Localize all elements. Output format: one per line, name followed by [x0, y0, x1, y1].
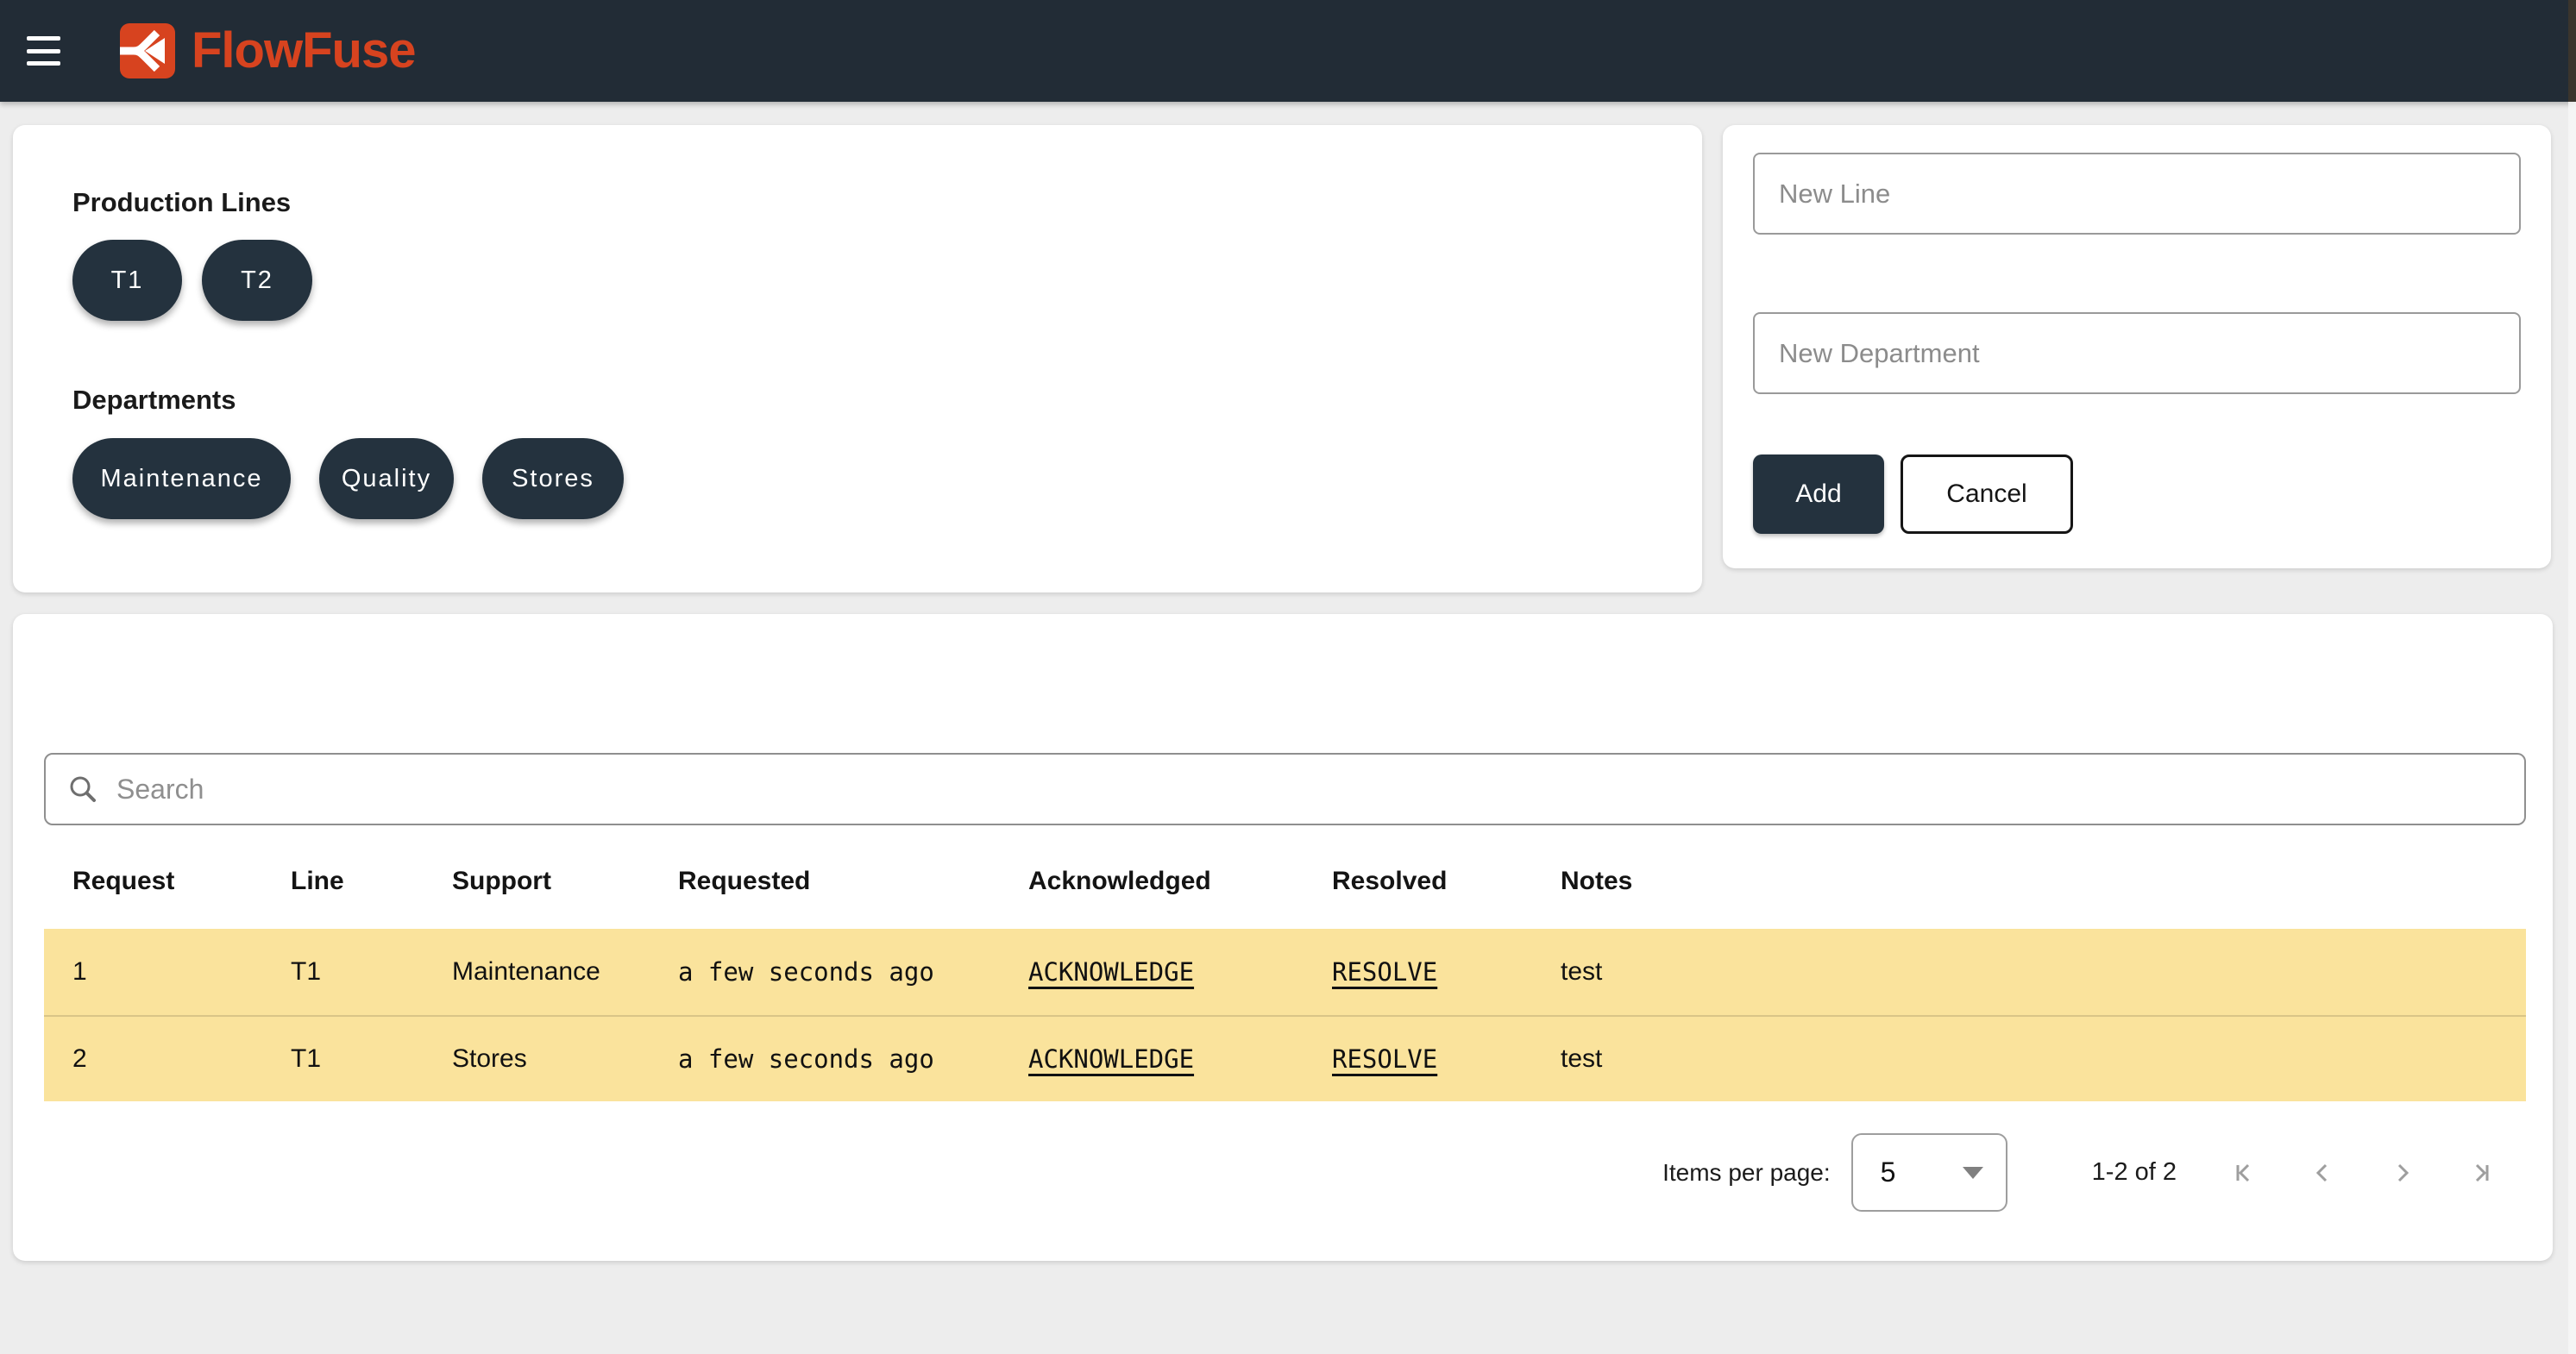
brand-name: FlowFuse: [192, 0, 415, 102]
cell-request: 1: [72, 957, 291, 987]
search-box[interactable]: [44, 753, 2526, 825]
new-department-input[interactable]: [1753, 312, 2521, 394]
brand-logo: FlowFuse: [119, 0, 415, 102]
caret-down-icon: [1963, 1167, 1983, 1179]
scrollbar-gutter-top: [2568, 0, 2576, 102]
column-header-request: Request: [72, 867, 291, 896]
add-button[interactable]: Add: [1753, 454, 1884, 534]
last-page-icon: [2466, 1158, 2495, 1188]
department-chip-maintenance[interactable]: Maintenance: [72, 438, 291, 519]
table-row: 1 T1 Maintenance a few seconds ago ACKNO…: [44, 929, 2526, 1015]
new-line-input[interactable]: [1753, 153, 2521, 235]
cell-support: Maintenance: [452, 957, 678, 987]
production-lines-chips: T1 T2: [72, 240, 312, 321]
first-page-icon: [2230, 1158, 2259, 1188]
table-body: 1 T1 Maintenance a few seconds ago ACKNO…: [44, 929, 2526, 1101]
production-lines-title: Production Lines: [72, 185, 291, 220]
chevron-right-icon: [2387, 1158, 2416, 1188]
column-header-resolved: Resolved: [1332, 867, 1561, 896]
page: FlowFuse Production Lines T1 T2 Departme…: [0, 0, 2576, 1354]
column-header-support: Support: [452, 867, 678, 896]
items-per-page-value: 5: [1881, 1157, 1896, 1188]
first-page-button[interactable]: [2230, 1158, 2259, 1188]
cell-line: T1: [291, 957, 452, 987]
column-header-line: Line: [291, 867, 452, 896]
page-range-label: 1-2 of 2: [2092, 1158, 2177, 1187]
items-per-page-label: Items per page:: [1662, 1159, 1831, 1187]
column-header-requested: Requested: [678, 867, 1028, 896]
items-per-page-select[interactable]: 5: [1851, 1133, 2007, 1212]
acknowledge-link[interactable]: ACKNOWLEDGE: [1028, 957, 1194, 987]
departments-title: Departments: [72, 383, 236, 417]
cell-requested: a few seconds ago: [678, 1044, 1028, 1074]
column-header-acknowledged: Acknowledged: [1028, 867, 1332, 896]
table-header-row: Request Line Support Requested Acknowled…: [44, 834, 2526, 929]
next-page-button[interactable]: [2387, 1158, 2416, 1188]
cell-notes: test: [1561, 957, 2526, 987]
cell-notes: test: [1561, 1044, 2526, 1074]
resolve-link[interactable]: RESOLVE: [1332, 957, 1437, 987]
cell-line: T1: [291, 1044, 452, 1074]
search-input[interactable]: [116, 774, 2502, 806]
filters-card: Production Lines T1 T2 Departments Maint…: [13, 125, 1702, 592]
acknowledge-link[interactable]: ACKNOWLEDGE: [1028, 1044, 1194, 1074]
flowfuse-logo-icon: [119, 23, 176, 78]
line-chip-t2[interactable]: T2: [202, 240, 312, 321]
cell-requested: a few seconds ago: [678, 957, 1028, 987]
form-actions: Add Cancel: [1753, 454, 2073, 534]
line-chip-t1[interactable]: T1: [72, 240, 182, 321]
cell-request: 2: [72, 1044, 291, 1074]
scrollbar-gutter[interactable]: [2568, 102, 2576, 1354]
department-chip-stores[interactable]: Stores: [482, 438, 624, 519]
menu-icon[interactable]: [26, 34, 62, 67]
department-chips: Maintenance Quality Stores: [72, 438, 624, 519]
chevron-left-icon: [2309, 1158, 2338, 1188]
department-chip-quality[interactable]: Quality: [319, 438, 454, 519]
cell-support: Stores: [452, 1044, 678, 1074]
search-icon: [68, 774, 97, 804]
table-row: 2 T1 Stores a few seconds ago ACKNOWLEDG…: [44, 1015, 2526, 1101]
last-page-button[interactable]: [2466, 1158, 2495, 1188]
add-form-card: Add Cancel: [1723, 125, 2551, 568]
column-header-notes: Notes: [1561, 867, 2526, 896]
cancel-button[interactable]: Cancel: [1901, 454, 2073, 534]
resolve-link[interactable]: RESOLVE: [1332, 1044, 1437, 1074]
pagination-bar: Items per page: 5 1-2 of 2: [44, 1131, 2526, 1213]
previous-page-button[interactable]: [2309, 1158, 2338, 1188]
requests-card: Request Line Support Requested Acknowled…: [13, 614, 2553, 1261]
app-header: FlowFuse: [0, 0, 2576, 102]
